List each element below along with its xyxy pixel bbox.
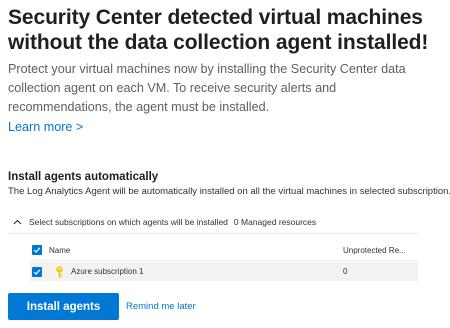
subscriptions-table: Name Unprotected Re... Azure subscriptio… [30, 240, 418, 281]
subscriptions-panel: Select subscriptions on which agents wil… [8, 211, 418, 281]
column-header-unprotected[interactable]: Unprotected Re... [343, 246, 406, 255]
table-header-row: Name Unprotected Re... [30, 240, 418, 261]
subscription-name: Azure subscription 1 [71, 267, 144, 276]
install-section-title: Install agents automatically [8, 171, 159, 183]
install-section-description: The Log Analytics Agent will be automati… [8, 186, 450, 197]
column-header-name[interactable]: Name [49, 246, 70, 255]
checkmark-icon [33, 247, 41, 253]
install-agents-button[interactable]: Install agents [8, 293, 119, 320]
select-all-checkbox[interactable] [32, 245, 42, 255]
row-checkbox[interactable] [32, 266, 42, 277]
chevron-up-icon[interactable] [10, 219, 24, 225]
learn-more-link[interactable]: Learn more > [8, 118, 83, 136]
remind-me-later-link[interactable]: Remind me later [126, 301, 196, 312]
page-description: Protect your virtual machines now by ins… [8, 62, 406, 114]
unprotected-count: 0 [343, 267, 348, 276]
key-icon [55, 265, 64, 278]
subscriptions-panel-header[interactable]: Select subscriptions on which agents wil… [8, 211, 418, 234]
security-center-agent-page: Security Center detected virtual machine… [0, 0, 450, 328]
page-title: Security Center detected virtual machine… [8, 6, 429, 54]
footer-actions: Install agents Remind me later [8, 293, 196, 320]
table-row[interactable]: Azure subscription 1 0 [30, 262, 418, 281]
managed-resources-count: 0 Managed resources [233, 217, 317, 227]
checkmark-icon [33, 268, 41, 275]
subscriptions-panel-label: Select subscriptions on which agents wil… [29, 217, 228, 227]
